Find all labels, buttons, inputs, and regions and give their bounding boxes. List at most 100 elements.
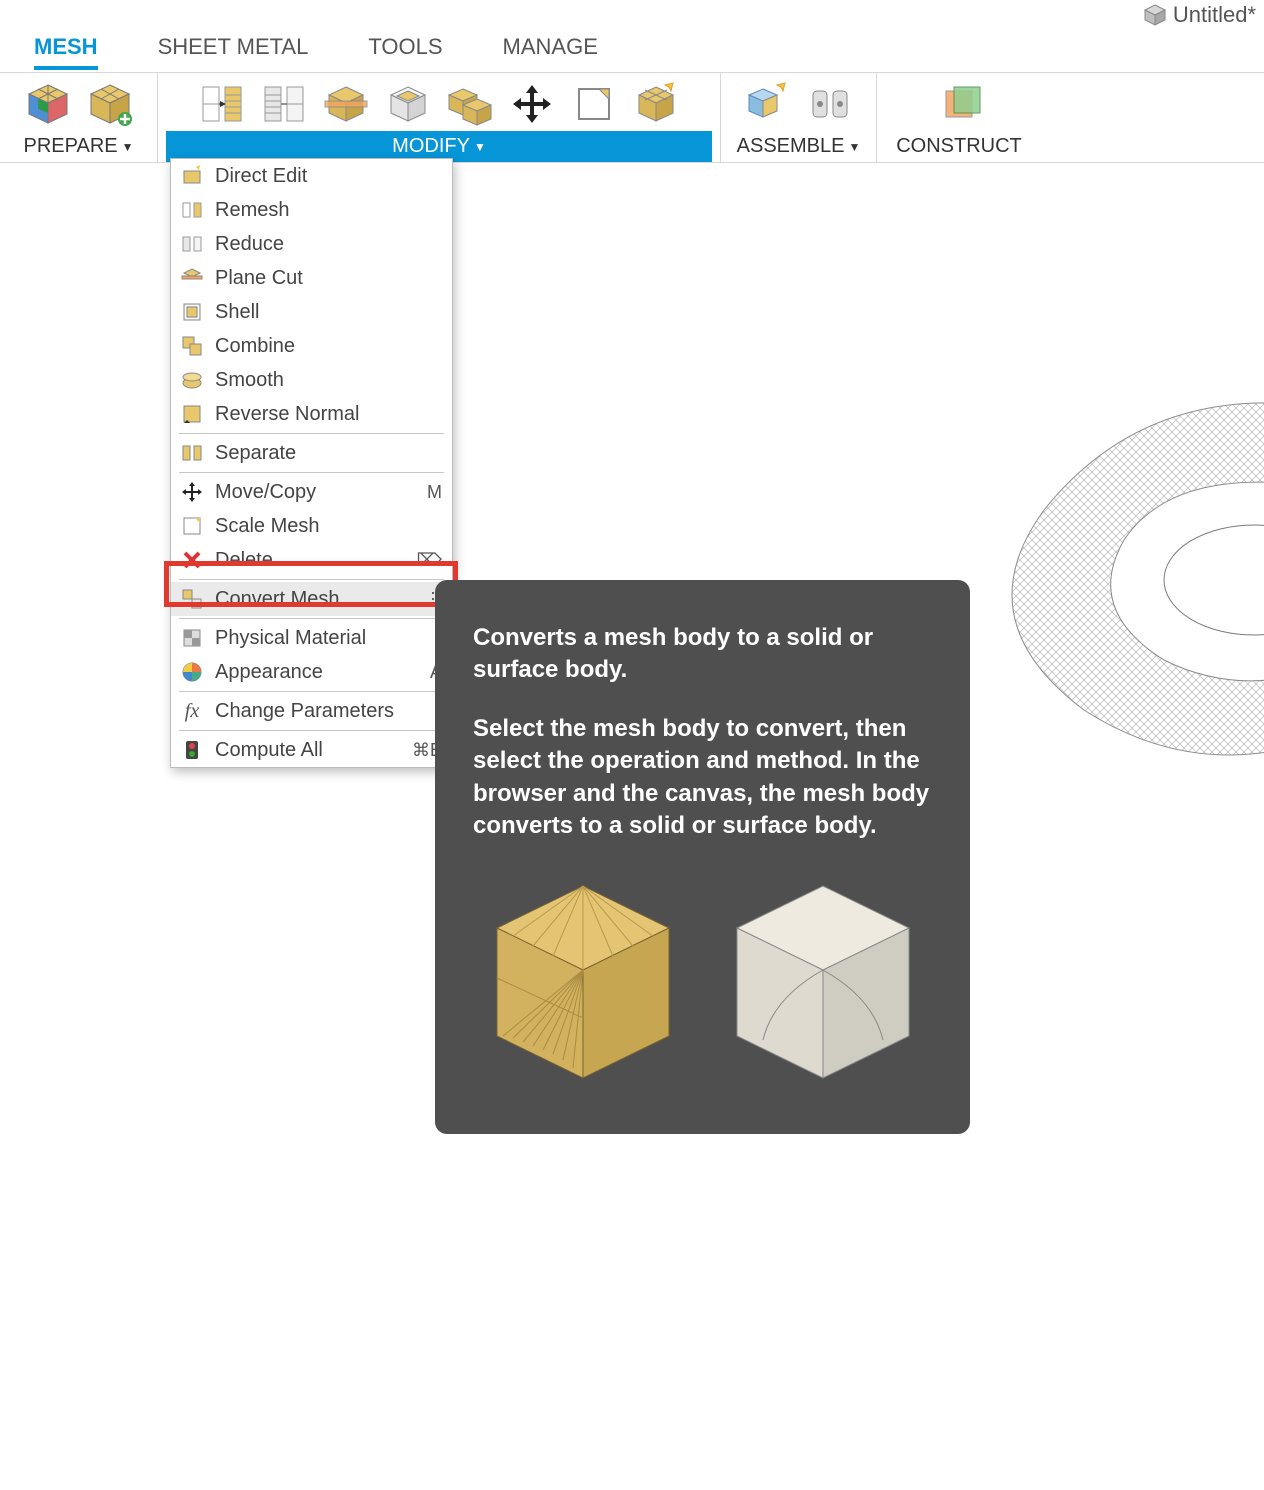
menu-delete-shortcut: ⌦ <box>417 550 442 571</box>
menu-move-copy[interactable]: Move/Copy M <box>171 475 452 509</box>
tab-manage[interactable]: MANAGE <box>503 34 598 70</box>
menu-separate-label: Separate <box>215 442 442 465</box>
panel-modify: MODIFY ▼ <box>158 73 721 162</box>
tooltip-solid-cube-icon <box>713 868 933 1098</box>
move-icon <box>179 480 205 504</box>
tab-tools[interactable]: TOOLS <box>368 34 442 70</box>
appearance-icon <box>179 660 205 684</box>
menu-separator <box>179 691 444 692</box>
panel-assemble-label[interactable]: ASSEMBLE ▼ <box>727 131 871 162</box>
panel-prepare-text: PREPARE <box>24 135 118 158</box>
modify-dropdown-menu: Direct Edit Remesh Reduce Plane Cut Shel… <box>170 158 453 768</box>
tooltip-images <box>473 868 932 1098</box>
menu-combine-label: Combine <box>215 335 442 358</box>
smooth-icon <box>179 368 205 392</box>
menu-combine[interactable]: Combine <box>171 329 452 363</box>
menu-compute-all-label: Compute All <box>215 739 402 762</box>
direct-edit-icon <box>179 164 205 188</box>
menu-convert-mesh[interactable]: Convert Mesh ⋮ <box>171 582 452 616</box>
menu-reverse-normal-label: Reverse Normal <box>215 403 442 426</box>
delete-icon <box>179 548 205 572</box>
caret-down-icon: ▼ <box>474 140 486 154</box>
remesh-icon <box>179 198 205 222</box>
panel-construct-label[interactable]: CONSTRUCT <box>886 131 1032 162</box>
menu-separator <box>179 730 444 731</box>
reduce-icon <box>179 232 205 256</box>
tooltip-convert-mesh: Converts a mesh body to a solid or surfa… <box>435 580 970 1134</box>
panel-prepare-label[interactable]: PREPARE ▼ <box>14 131 144 162</box>
menu-direct-edit[interactable]: Direct Edit <box>171 159 452 193</box>
tooltip-mesh-cube-icon <box>473 868 693 1098</box>
window-title-area: Untitled* <box>1143 2 1256 28</box>
menu-convert-mesh-label: Convert Mesh <box>215 588 414 611</box>
menu-physical-material-label: Physical Material <box>215 627 442 650</box>
modify-plane-cut-icon[interactable] <box>323 81 369 127</box>
menu-plane-cut[interactable]: Plane Cut <box>171 261 452 295</box>
scale-icon <box>179 514 205 538</box>
prepare-add-cube-icon[interactable] <box>87 81 133 127</box>
combine-icon <box>179 334 205 358</box>
panel-assemble-text: ASSEMBLE <box>737 135 845 158</box>
menu-reduce-label: Reduce <box>215 233 442 256</box>
menu-move-copy-label: Move/Copy <box>215 481 417 504</box>
menu-smooth[interactable]: Smooth <box>171 363 452 397</box>
menu-separator <box>179 618 444 619</box>
modify-convert-icon[interactable] <box>633 81 679 127</box>
modify-remesh-icon[interactable] <box>199 81 245 127</box>
caret-down-icon: ▼ <box>848 140 860 154</box>
document-cube-icon <box>1143 3 1167 27</box>
construct-plane-icon[interactable] <box>936 81 982 127</box>
menu-delete-label: Delete <box>215 549 407 572</box>
menu-smooth-label: Smooth <box>215 369 442 392</box>
modify-move-icon[interactable] <box>509 81 555 127</box>
menu-remesh[interactable]: Remesh <box>171 193 452 227</box>
caret-down-icon: ▼ <box>122 140 134 154</box>
tab-mesh[interactable]: MESH <box>34 34 98 70</box>
menu-physical-material[interactable]: Physical Material <box>171 621 452 655</box>
menu-direct-edit-label: Direct Edit <box>215 165 442 188</box>
menu-change-parameters-label: Change Parameters <box>215 700 442 723</box>
menu-separator <box>179 433 444 434</box>
menu-change-parameters[interactable]: fx Change Parameters <box>171 694 452 728</box>
menu-appearance-label: Appearance <box>215 661 420 684</box>
tooltip-body: Select the mesh body to convert, then se… <box>473 713 932 843</box>
menu-appearance[interactable]: Appearance A <box>171 655 452 689</box>
tab-sheet-metal[interactable]: SHEET METAL <box>158 34 309 70</box>
plane-cut-icon <box>179 266 205 290</box>
modify-reduce-icon[interactable] <box>261 81 307 127</box>
assemble-joint-icon[interactable] <box>807 81 853 127</box>
separate-icon <box>179 441 205 465</box>
menu-reduce[interactable]: Reduce <box>171 227 452 261</box>
menu-compute-all[interactable]: Compute All ⌘B <box>171 733 452 767</box>
menu-separator <box>179 579 444 580</box>
modify-scale-icon[interactable] <box>571 81 617 127</box>
panel-assemble: ASSEMBLE ▼ <box>721 73 877 162</box>
physical-material-icon <box>179 626 205 650</box>
panel-construct: CONSTRUCT <box>877 73 1033 162</box>
menu-remesh-label: Remesh <box>215 199 442 222</box>
menu-reverse-normal[interactable]: Reverse Normal <box>171 397 452 431</box>
compute-all-icon <box>179 738 205 762</box>
fx-icon: fx <box>179 699 205 723</box>
ribbon-toolbar: PREPARE ▼ <box>0 72 1264 163</box>
menu-shell[interactable]: Shell <box>171 295 452 329</box>
menu-shell-label: Shell <box>215 301 442 324</box>
shell-icon <box>179 300 205 324</box>
window-title: Untitled* <box>1173 2 1256 28</box>
modify-shell-icon[interactable] <box>385 81 431 127</box>
panel-modify-text: MODIFY <box>392 135 470 158</box>
menu-separate[interactable]: Separate <box>171 436 452 470</box>
reverse-normal-icon <box>179 402 205 426</box>
menu-separator <box>179 472 444 473</box>
menu-scale-mesh-label: Scale Mesh <box>215 515 442 538</box>
panel-construct-text: CONSTRUCT <box>896 135 1022 158</box>
menu-scale-mesh[interactable]: Scale Mesh <box>171 509 452 543</box>
assemble-new-component-icon[interactable] <box>745 81 791 127</box>
panel-prepare: PREPARE ▼ <box>0 73 158 162</box>
workspace-tabs: MESH SHEET METAL TOOLS MANAGE <box>0 34 598 70</box>
menu-plane-cut-label: Plane Cut <box>215 267 442 290</box>
menu-delete[interactable]: Delete ⌦ <box>171 543 452 577</box>
convert-mesh-icon <box>179 587 205 611</box>
prepare-colored-cube-icon[interactable] <box>25 81 71 127</box>
modify-combine-icon[interactable] <box>447 81 493 127</box>
